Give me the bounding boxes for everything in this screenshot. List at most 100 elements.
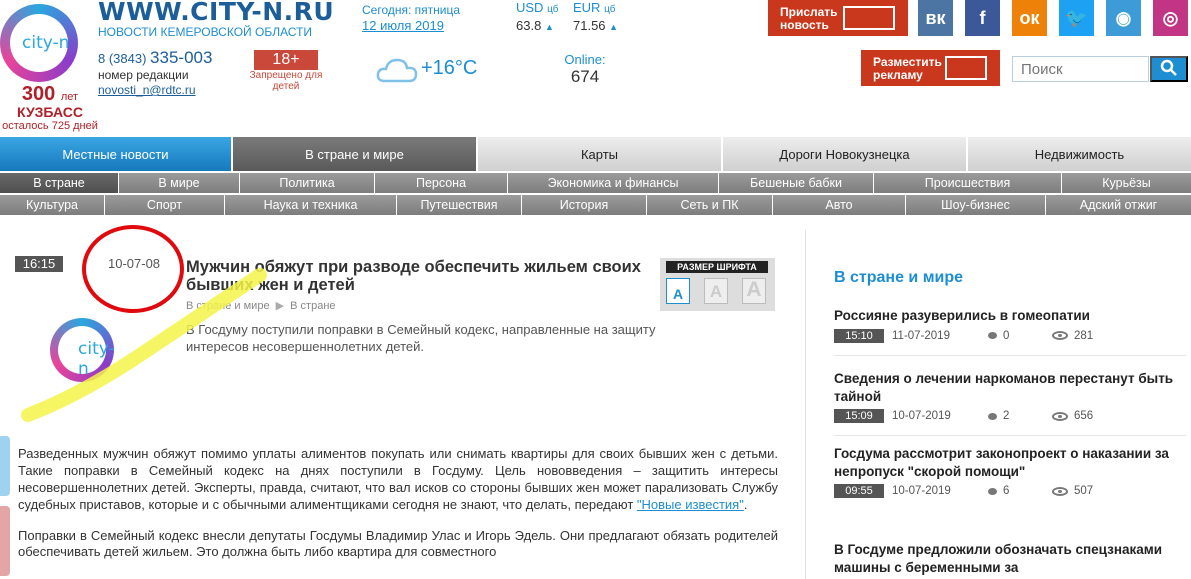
comment-count: 0 (1003, 329, 1010, 342)
anniversary-number: 300 (21, 83, 56, 105)
article-image: city-n (50, 318, 115, 382)
sidebar-news-item[interactable]: Госдума рассмотрит законопроект о наказа… (834, 445, 1186, 499)
breadcrumb-section[interactable]: В стране и мире (186, 300, 270, 312)
view-count: 507 (1074, 485, 1094, 498)
subnav-world[interactable]: В мире (119, 173, 240, 193)
comment-count: 6 (1003, 485, 1010, 498)
subnav-person[interactable]: Персона (375, 173, 508, 193)
facebook-icon[interactable]: f (965, 0, 1000, 36)
article-time: 16:15 (15, 256, 63, 272)
sidebar-news-item[interactable]: В Госдуме предложили обозначать спецзнак… (834, 541, 1186, 576)
age-rating-label: Запрещено для детей (249, 70, 323, 92)
nav-roads[interactable]: Дороги Новокузнецка (723, 137, 968, 171)
news-time: 09:55 (834, 484, 884, 499)
share-side-tab[interactable] (0, 436, 10, 496)
anniversary-unit: лет (60, 91, 79, 103)
email-link[interactable]: novosti_n@rdtc.ru (98, 83, 196, 97)
advertise-button[interactable]: Разместить рекламу (861, 50, 1000, 86)
news-date: 11-07-2019 (892, 329, 950, 342)
sidebar-news-item[interactable]: Сведения о лечении наркоманов перестанут… (834, 370, 1186, 424)
twitter-icon[interactable]: 🐦 (1059, 0, 1094, 36)
search-input[interactable] (1012, 56, 1149, 82)
news-title[interactable]: В Госдуме предложили обозначать спецзнак… (834, 541, 1186, 576)
sidebar-title[interactable]: В стране и мире (834, 269, 963, 287)
trend-up-icon: ▲ (544, 22, 554, 32)
subnav-curiosities[interactable]: Курьёзы (1062, 173, 1191, 193)
send-news-button[interactable]: Прислать новость (768, 0, 908, 36)
nav-realty[interactable]: Недвижимость (968, 137, 1191, 171)
online-count: 674 (570, 67, 600, 86)
anniversary-region: КУЗБАСС (17, 104, 83, 120)
search-button[interactable] (1150, 56, 1188, 82)
font-size-large-button[interactable]: A (742, 278, 766, 304)
divider (834, 435, 1186, 436)
site-header: city-n 300 лет КУЗБАСС осталось 725 дней… (0, 0, 1191, 135)
news-title[interactable]: Сведения о лечении наркоманов перестанут… (834, 370, 1186, 405)
news-date: 10-07-2019 (892, 410, 951, 423)
comment-count: 2 (1003, 410, 1010, 423)
eye-icon (1052, 486, 1068, 496)
news-title[interactable]: Россияне разуверились в гомеопатии (834, 307, 1186, 325)
sub-nav-row-2: Культура Спорт Наука и техника Путешеств… (0, 195, 1191, 215)
breadcrumb: В стране и мире ▶ В стране (186, 299, 336, 312)
eye-icon (1052, 411, 1068, 421)
subnav-showbiz[interactable]: Шоу-бизнес (906, 195, 1046, 215)
subnav-incidents[interactable]: Происшествия (874, 173, 1062, 193)
article-title: Мужчин обяжут при разводе обеспечить жил… (186, 258, 641, 295)
today-date-link[interactable]: 12 июля 2019 (362, 18, 444, 33)
editorial-phone: 8 (3843) 335-003 (98, 48, 213, 67)
subnav-science[interactable]: Наука и техника (225, 195, 397, 215)
subnav-culture[interactable]: Культура (0, 195, 105, 215)
subnav-internet[interactable]: Сеть и ПК (647, 195, 773, 215)
font-size-medium-button[interactable]: A (704, 278, 728, 304)
trend-up-icon: ▲ (609, 22, 619, 32)
anniversary-badge[interactable]: 300 лет КУЗБАСС осталось 725 дней (0, 84, 100, 132)
subnav-sport[interactable]: Спорт (105, 195, 225, 215)
newspaper-icon (843, 6, 895, 30)
comment-icon (988, 332, 997, 340)
odnoklassniki-icon[interactable]: ок (1012, 0, 1047, 36)
vk-icon[interactable]: вк (918, 0, 953, 36)
divider (834, 355, 1186, 356)
online-label: Online: (564, 52, 606, 67)
nav-local-news[interactable]: Местные новости (0, 137, 233, 171)
subnav-country[interactable]: В стране (0, 173, 119, 193)
site-logo[interactable]: city-n (0, 4, 78, 82)
subnav-money[interactable]: Бешеные бабки (719, 173, 874, 193)
nav-maps[interactable]: Карты (478, 137, 723, 171)
rss-icon[interactable]: ◉ (1106, 0, 1141, 36)
subnav-hell[interactable]: Адский отжиг (1046, 195, 1191, 215)
article-lead: В Госдуму поступили поправки в Семейный … (186, 322, 656, 354)
instagram-icon[interactable]: ◎ (1153, 0, 1188, 36)
age-rating-badge: 18+ (254, 50, 318, 70)
site-title-link[interactable]: WWW.CITY-N.RU (98, 0, 334, 26)
site-subtitle: НОВОСТИ КЕМЕРОВСКОЙ ОБЛАСТИ (98, 25, 313, 39)
phone-label: номер редакции (98, 68, 189, 82)
sidebar-news-item[interactable]: Россияне разуверились в гомеопатии 15:10… (834, 307, 1186, 343)
nav-world-news[interactable]: В стране и мире (233, 137, 478, 171)
temperature: +16°C (421, 57, 478, 79)
cloud-icon (376, 58, 418, 83)
subnav-economy[interactable]: Экономика и финансы (508, 173, 719, 193)
source-link[interactable]: "Новые известия" (637, 497, 744, 512)
main-nav: Местные новости В стране и мире Карты До… (0, 137, 1191, 171)
view-count: 656 (1074, 410, 1094, 423)
eur-rate: EUR цб 71.56 ▲ (573, 0, 619, 33)
comment-icon (988, 487, 997, 495)
news-title[interactable]: Госдума рассмотрит законопроект о наказа… (834, 445, 1186, 480)
usd-rate: USD цб 63.8 ▲ (516, 0, 559, 33)
subnav-auto[interactable]: Авто (773, 195, 906, 215)
share-side-tab[interactable] (0, 506, 10, 576)
sidebar: В стране и мире Россияне разуверились в … (805, 230, 1191, 579)
subnav-history[interactable]: История (522, 195, 647, 215)
ad-icon (945, 56, 987, 80)
subnav-travel[interactable]: Путешествия (397, 195, 522, 215)
font-size-small-button[interactable]: A (666, 278, 690, 304)
font-size-label: РАЗМЕР ШРИФТА (666, 261, 768, 273)
today-label: Сегодня: пятница (362, 3, 461, 17)
breadcrumb-subsection[interactable]: В стране (290, 300, 335, 312)
breadcrumb-arrow-icon: ▶ (275, 300, 285, 312)
article-paragraph: Разведенных мужчин обяжут помимо уплаты … (18, 446, 778, 512)
red-circle-annotation (82, 225, 184, 313)
subnav-politics[interactable]: Политика (240, 173, 375, 193)
